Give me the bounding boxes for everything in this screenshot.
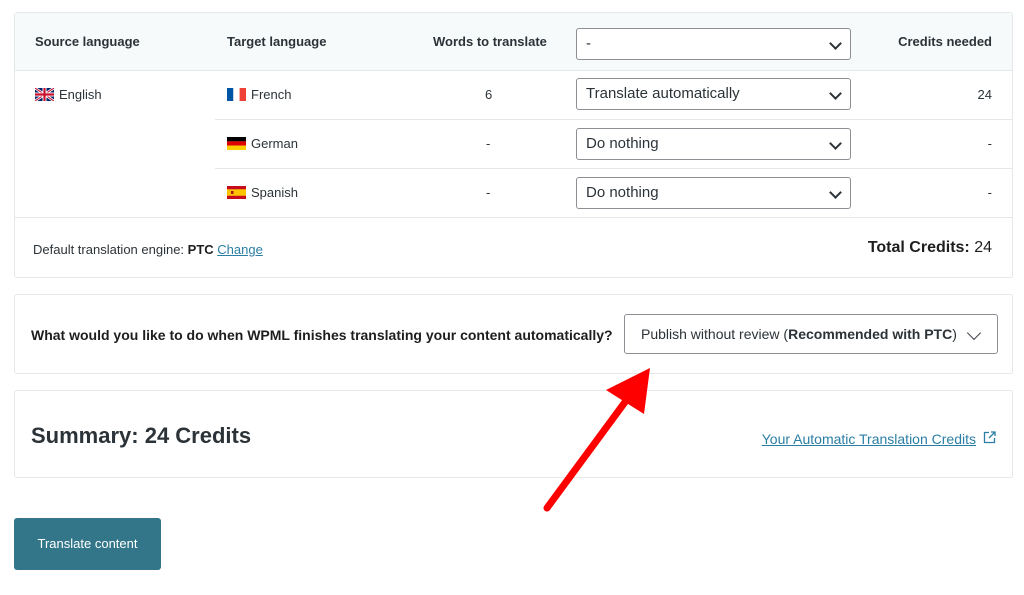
row-divider bbox=[215, 168, 1012, 169]
action-select-value: Translate automatically bbox=[586, 85, 740, 102]
summary-title: Summary: 24 Credits bbox=[31, 423, 252, 448]
header-source-language: Source language bbox=[35, 34, 140, 49]
chevron-down-icon bbox=[966, 325, 982, 341]
action-select-value: Do nothing bbox=[586, 135, 659, 152]
translation-engine-info: Default translation engine: PTC Change bbox=[33, 242, 263, 257]
header-credits-needed: Credits needed bbox=[898, 34, 992, 49]
header-words-to-translate: Words to translate bbox=[433, 34, 547, 49]
chevron-down-icon bbox=[829, 137, 842, 150]
review-option-panel: What would you like to do when WPML fini… bbox=[14, 294, 1013, 374]
credits-needed: - bbox=[987, 185, 992, 200]
words-count: 6 bbox=[485, 87, 493, 102]
action-select-spanish[interactable]: Do nothing bbox=[576, 177, 851, 209]
engine-value: PTC bbox=[187, 242, 214, 257]
france-flag-icon bbox=[227, 88, 246, 101]
table-header: Source language Target language Words to… bbox=[15, 13, 1012, 71]
translation-table: Source language Target language Words to… bbox=[14, 12, 1013, 278]
review-mode-value: Publish without review bbox=[641, 326, 780, 342]
header-target-language: Target language bbox=[227, 34, 327, 49]
table-footer-divider bbox=[15, 217, 1012, 218]
words-count: - bbox=[486, 136, 491, 151]
row-divider bbox=[215, 119, 1012, 120]
target-language-name: German bbox=[251, 136, 298, 151]
action-select-german[interactable]: Do nothing bbox=[576, 128, 851, 160]
bulk-action-select[interactable]: - bbox=[576, 28, 851, 60]
review-mode-recommendation: Recommended with PTC bbox=[788, 326, 953, 342]
engine-label: Default translation engine: bbox=[33, 242, 185, 257]
action-select-french[interactable]: Translate automatically bbox=[576, 78, 851, 110]
uk-flag-icon bbox=[35, 88, 54, 101]
bulk-action-value: - bbox=[586, 35, 591, 52]
review-mode-select[interactable]: Publish without review (Recommended with… bbox=[624, 314, 998, 354]
words-count: - bbox=[486, 185, 491, 200]
chevron-down-icon bbox=[829, 186, 842, 199]
target-language-name: French bbox=[251, 87, 292, 102]
change-engine-link[interactable]: Change bbox=[217, 242, 263, 257]
total-credits-value: 24 bbox=[974, 239, 992, 256]
action-select-value: Do nothing bbox=[586, 184, 659, 201]
total-credits: Total Credits: 24 bbox=[868, 239, 992, 257]
credits-needed: - bbox=[987, 136, 992, 151]
summary-panel: Summary: 24 Credits Your Automatic Trans… bbox=[14, 390, 1013, 478]
chevron-down-icon bbox=[829, 87, 842, 100]
red-arrow-annotation bbox=[543, 368, 650, 512]
external-link-icon[interactable] bbox=[983, 431, 996, 444]
germany-flag-icon bbox=[227, 137, 246, 150]
total-credits-label: Total Credits: bbox=[867, 239, 970, 256]
review-question: What would you like to do when WPML fini… bbox=[31, 327, 613, 343]
source-language-name: English bbox=[59, 87, 102, 102]
automatic-translation-credits-link[interactable]: Your Automatic Translation Credits bbox=[762, 431, 976, 447]
target-language-name: Spanish bbox=[251, 185, 298, 200]
translate-content-button[interactable]: Translate content bbox=[14, 518, 161, 570]
credits-needed: 24 bbox=[977, 87, 992, 102]
spain-flag-icon bbox=[227, 186, 246, 199]
chevron-down-icon bbox=[829, 37, 842, 50]
